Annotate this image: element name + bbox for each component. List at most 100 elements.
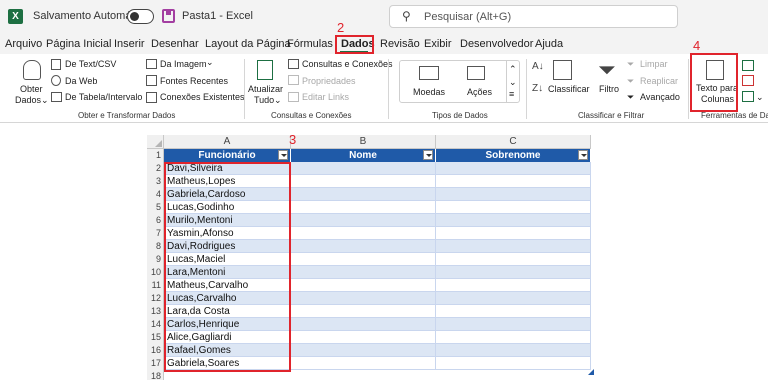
cell-sobrenome[interactable] [436,292,591,305]
table-header-cell[interactable]: Nome [291,149,436,162]
fontes-recentes-button[interactable]: Fontes Recentes [160,76,228,86]
row-header[interactable]: 4 [147,188,164,201]
de-tabela-intervalo-button[interactable]: De Tabela/Intervalo [65,92,142,102]
cell-nome[interactable] [291,318,436,331]
obter-dados-label-2[interactable]: Dados [15,95,41,105]
avancado-button[interactable]: Avançado [640,92,680,102]
cell-nome[interactable] [291,227,436,240]
tab-layout-da-pagina[interactable]: Layout da Página [205,38,291,50]
cell-sobrenome[interactable] [436,318,591,331]
cell-nome[interactable] [291,344,436,357]
cell-nome[interactable] [291,331,436,344]
cell-sobrenome[interactable] [436,175,591,188]
row-header[interactable]: 5 [147,201,164,214]
cell-sobrenome[interactable] [436,331,591,344]
obter-dados-label-1[interactable]: Obter [20,84,43,94]
sort-descending-icon[interactable]: Z↓ [532,83,543,94]
row-header[interactable]: 12 [147,292,164,305]
row-header[interactable]: 11 [147,279,164,292]
cell-sobrenome[interactable] [436,305,591,318]
atualizar-tudo-label-1[interactable]: Atualizar [248,84,283,94]
cell-nome[interactable] [291,188,436,201]
row-header[interactable]: 2 [147,162,164,175]
tab-exibir[interactable]: Exibir [424,38,452,50]
cell-sobrenome[interactable] [436,188,591,201]
sort-ascending-icon[interactable]: A↓ [532,61,544,72]
gallery-scroll-up-icon[interactable]: ⌃ [509,64,517,75]
row-header[interactable]: 1 [147,149,164,162]
row-header[interactable]: 6 [147,214,164,227]
propriedades-button[interactable]: Propriedades [302,76,356,86]
search-box[interactable]: ⚲ Pesquisar (Alt+G) [389,5,678,28]
gallery-more-icon[interactable]: ≡ [509,89,514,99]
column-header-c[interactable]: C [436,135,591,149]
row-header[interactable]: 17 [147,357,164,370]
filter-dropdown-icon[interactable] [423,150,433,160]
cell-sobrenome[interactable] [436,344,591,357]
cell-nome[interactable] [291,240,436,253]
row-header[interactable]: 13 [147,305,164,318]
table-header-cell[interactable]: Sobrenome [436,149,591,162]
cell-nome[interactable] [291,357,436,370]
cell-sobrenome[interactable] [436,253,591,266]
cell-nome[interactable] [291,266,436,279]
atualizar-tudo-label-2[interactable]: Tudo [254,95,274,105]
row-header[interactable]: 16 [147,344,164,357]
table-resize-handle[interactable] [588,369,594,375]
cell-sobrenome[interactable] [436,240,591,253]
tab-ajuda[interactable]: Ajuda [535,38,563,50]
select-all-corner[interactable] [147,135,164,149]
row-header[interactable]: 18 [147,370,164,380]
filter-dropdown-icon[interactable] [578,150,588,160]
column-header-b[interactable]: B [291,135,436,149]
row-header[interactable]: 10 [147,266,164,279]
cell-sobrenome[interactable] [436,279,591,292]
cell-sobrenome[interactable] [436,266,591,279]
table-header-cell[interactable]: Funcionário [164,149,291,162]
gallery-scroll-down-icon[interactable]: ⌄ [509,77,517,88]
limpar-button[interactable]: Limpar [640,59,668,69]
cell-sobrenome[interactable] [436,357,591,370]
tab-revisao[interactable]: Revisão [380,38,420,50]
cell-nome[interactable] [291,162,436,175]
tab-pagina-inicial[interactable]: Página Inicial [46,38,111,50]
cell-sobrenome[interactable] [436,201,591,214]
row-header[interactable]: 7 [147,227,164,240]
remove-duplicates-icon[interactable] [742,75,754,86]
cell-sobrenome[interactable] [436,214,591,227]
flash-fill-icon[interactable] [742,60,754,71]
reaplicar-button[interactable]: Reaplicar [640,76,678,86]
tab-arquivo[interactable]: Arquivo [5,38,42,50]
conexoes-existentes-button[interactable]: Conexões Existentes [160,92,245,102]
tab-formulas[interactable]: Fórmulas [287,38,333,50]
data-validation-icon[interactable] [742,91,754,102]
column-header-a[interactable]: A [164,135,291,149]
tab-desenvolvedor[interactable]: Desenvolvedor [460,38,533,50]
autosave-toggle[interactable] [127,9,154,24]
cell-nome[interactable] [291,253,436,266]
cell-nome[interactable] [291,305,436,318]
row-header[interactable]: 9 [147,253,164,266]
cell-nome[interactable] [291,292,436,305]
filtro-button[interactable]: Filtro [599,84,619,94]
cell-sobrenome[interactable] [436,227,591,240]
row-header[interactable]: 14 [147,318,164,331]
row-header[interactable]: 8 [147,240,164,253]
cell-nome[interactable] [291,279,436,292]
cell-sobrenome[interactable] [436,162,591,175]
classificar-button[interactable]: Classificar [548,84,590,94]
filter-dropdown-icon[interactable] [278,150,288,160]
tab-desenhar[interactable]: Desenhar [151,38,199,50]
acoes-button[interactable]: Ações [467,87,492,97]
cell-nome[interactable] [291,175,436,188]
de-text-csv-button[interactable]: De Text/CSV [65,59,116,69]
tab-inserir[interactable]: Inserir [114,38,145,50]
da-web-button[interactable]: Da Web [65,76,97,86]
editar-links-button[interactable]: Editar Links [302,92,349,102]
da-imagem-button[interactable]: Da Imagem [160,59,207,69]
row-header[interactable]: 3 [147,175,164,188]
consultas-conexoes-button[interactable]: Consultas e Conexões [302,59,393,69]
cell-nome[interactable] [291,214,436,227]
row-header[interactable]: 15 [147,331,164,344]
save-icon[interactable] [162,9,175,23]
